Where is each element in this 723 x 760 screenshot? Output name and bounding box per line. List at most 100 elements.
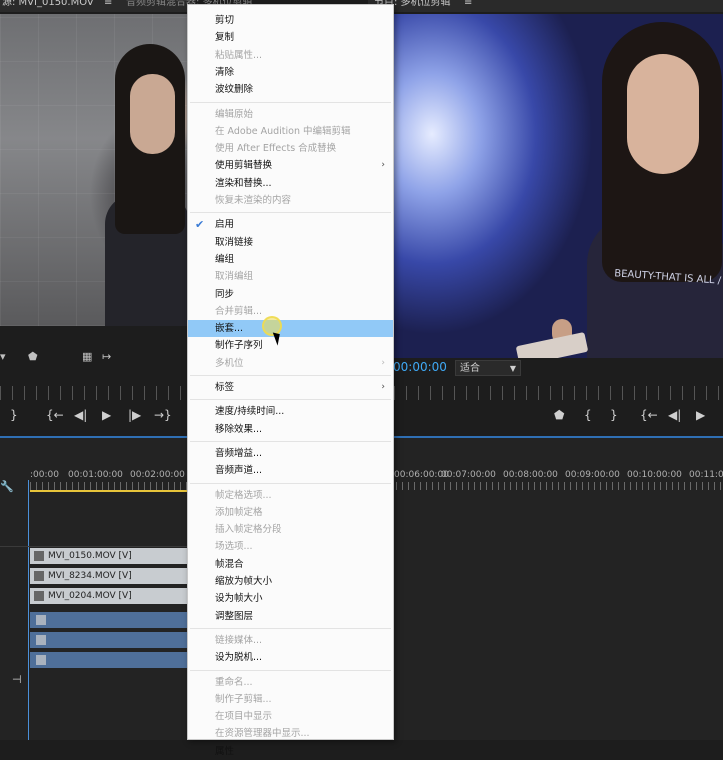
menu-item[interactable]: 设为脱机... [188, 649, 393, 666]
menu-item[interactable]: 音频增益... [188, 445, 393, 462]
menu-item-label: 在 Adobe Audition 中编辑剪辑 [215, 125, 351, 137]
export-frame-icon[interactable]: ▦ [82, 350, 92, 363]
audio-clip[interactable] [30, 652, 188, 668]
fx-icon [36, 615, 46, 625]
chevron-right-icon: › [381, 160, 385, 171]
mark-out-icon[interactable]: } [610, 408, 618, 422]
menu-item[interactable]: 标签 › [188, 379, 393, 396]
source-tab-title[interactable]: 源: MVI_0150.MOV [2, 0, 94, 9]
menu-item: 在项目中显示 [188, 708, 393, 725]
fx-icon [36, 635, 46, 645]
timeline-clip[interactable]: MVI_0204.MOV [V] [30, 588, 188, 604]
menu-separator [190, 440, 391, 442]
menu-item: 场选项... [188, 538, 393, 555]
menu-item[interactable]: 属性 [188, 743, 393, 760]
track-divider [0, 546, 190, 547]
menu-item-label: 制作子序列 [215, 340, 263, 352]
menu-separator [190, 212, 391, 214]
menu-item[interactable]: 渲染和替换... [188, 175, 393, 192]
timeline-clip[interactable]: MVI_8234.MOV [V] [30, 568, 188, 584]
menu-item-label: 制作子剪辑... [215, 693, 272, 705]
menu-icon[interactable]: ≡ [104, 0, 112, 9]
ruler-label: 00:09:00:00 [565, 470, 620, 480]
menu-icon[interactable]: ≡ [464, 0, 472, 9]
menu-item-label: 音频增益... [215, 447, 263, 459]
step-back-icon[interactable]: ◀| [74, 408, 87, 422]
menu-item-label: 取消编组 [215, 271, 254, 283]
menu-item-label: 标签 [215, 382, 235, 393]
menu-item[interactable]: 嵌套... [188, 320, 393, 338]
menu-item[interactable]: 移除效果... [188, 421, 393, 438]
menu-item-label: 粘贴属性... [215, 49, 263, 61]
step-back-icon[interactable]: ◀| [668, 408, 681, 422]
menu-item-label: 剪切 [215, 15, 235, 26]
playhead[interactable] [28, 480, 29, 740]
context-menu: 剪切复制粘贴属性... 清除 波纹删除编辑原始在 Adobe Audition 中编… [187, 4, 394, 757]
program-monitor-video: BEAUTY-THAT IS ALL / KNOW ON EARTH-AND [392, 14, 723, 358]
menu-item[interactable]: 取消链接 [188, 234, 393, 251]
timeline-clip[interactable]: MVI_0150.MOV [V] [30, 548, 188, 564]
menu-item-label: 同步 [215, 288, 235, 300]
program-panel-tab[interactable]: 节目: 多机位剪辑 ≡ [368, 0, 723, 12]
add-marker-icon[interactable]: ⬟ [554, 408, 564, 422]
menu-item: 取消编组 [188, 268, 393, 285]
clip-label: MVI_0150.MOV [V] [48, 551, 132, 561]
menu-item[interactable]: ✔ 启用 [188, 216, 393, 233]
play-icon[interactable]: ▶ [696, 408, 705, 422]
menu-separator [190, 627, 391, 629]
work-area-bar[interactable] [30, 490, 190, 492]
mark-out-icon[interactable]: } [10, 408, 18, 422]
menu-item[interactable]: 同步 [188, 286, 393, 303]
menu-item-label: 设为脱机... [215, 652, 263, 664]
menu-item[interactable]: 编组 [188, 251, 393, 268]
step-forward-icon[interactable]: |▶ [128, 408, 141, 422]
mark-in-icon[interactable]: { [584, 408, 592, 422]
menu-item[interactable]: 剪切 [188, 12, 393, 29]
menu-item-label: 编辑原始 [215, 108, 254, 120]
go-to-out-icon[interactable]: →} [154, 408, 172, 422]
menu-item[interactable]: 复制 [188, 29, 393, 46]
marker-icon[interactable]: ⬟ [28, 350, 38, 363]
menu-item: 粘贴属性... [188, 47, 393, 64]
source-panel-tab[interactable]: 源: MVI_0150.MOV ≡ 音频剪辑混合器: 多机位剪辑 [0, 0, 253, 12]
menu-item[interactable]: 缩放为帧大小 [188, 573, 393, 590]
source-ruler[interactable] [0, 386, 190, 400]
menu-item-label: 启用 [215, 219, 235, 231]
go-to-in-icon[interactable]: {← [640, 408, 658, 422]
program-timecode[interactable]: 00:00:00 [393, 360, 447, 374]
menu-item-label: 多机位 [215, 357, 244, 369]
menu-item[interactable]: 波纹删除 [188, 81, 393, 98]
scroll-end-icon[interactable]: ⊣ [12, 673, 22, 686]
program-ruler[interactable] [394, 386, 723, 400]
audio-clip[interactable] [30, 632, 188, 648]
menu-item[interactable]: 设为帧大小 [188, 590, 393, 607]
menu-item[interactable]: 帧混合 [188, 556, 393, 573]
menu-item[interactable]: 调整图层 [188, 608, 393, 625]
fx-icon [36, 655, 46, 665]
menu-item: 制作子剪辑... [188, 691, 393, 708]
menu-item: 添加帧定格 [188, 504, 393, 521]
menu-item[interactable]: 制作子序列 [188, 337, 393, 354]
menu-item-label: 属性 [215, 745, 235, 757]
menu-item-label: 移除效果... [215, 423, 263, 435]
source-monitor-video [0, 14, 190, 326]
menu-item: 恢复未渲染的内容 [188, 192, 393, 209]
menu-item: 多机位 › [188, 355, 393, 372]
subject-face [130, 74, 175, 154]
go-to-in-icon[interactable]: {← [46, 408, 64, 422]
menu-item[interactable]: 使用剪辑替换 › [188, 157, 393, 174]
play-icon[interactable]: ▶ [102, 408, 111, 422]
menu-item[interactable]: 音频声道... [188, 462, 393, 479]
ruler-label: 00:11:00 [689, 470, 723, 480]
subject-face [627, 54, 699, 174]
menu-item: 重命名... [188, 674, 393, 691]
menu-item[interactable]: 速度/持续时间... [188, 403, 393, 420]
fx-icon [34, 591, 44, 601]
insert-icon[interactable]: ↦ [102, 350, 111, 363]
ruler-label: 00:07:00:00 [441, 470, 496, 480]
menu-item-label: 使用 After Effects 合成替换 [215, 143, 337, 155]
fit-select[interactable]: 适合 ▼ [455, 360, 521, 376]
audio-clip[interactable] [30, 612, 188, 628]
dropdown-arrow-icon[interactable]: ▾ [0, 350, 6, 363]
menu-item[interactable]: 清除 [188, 64, 393, 81]
